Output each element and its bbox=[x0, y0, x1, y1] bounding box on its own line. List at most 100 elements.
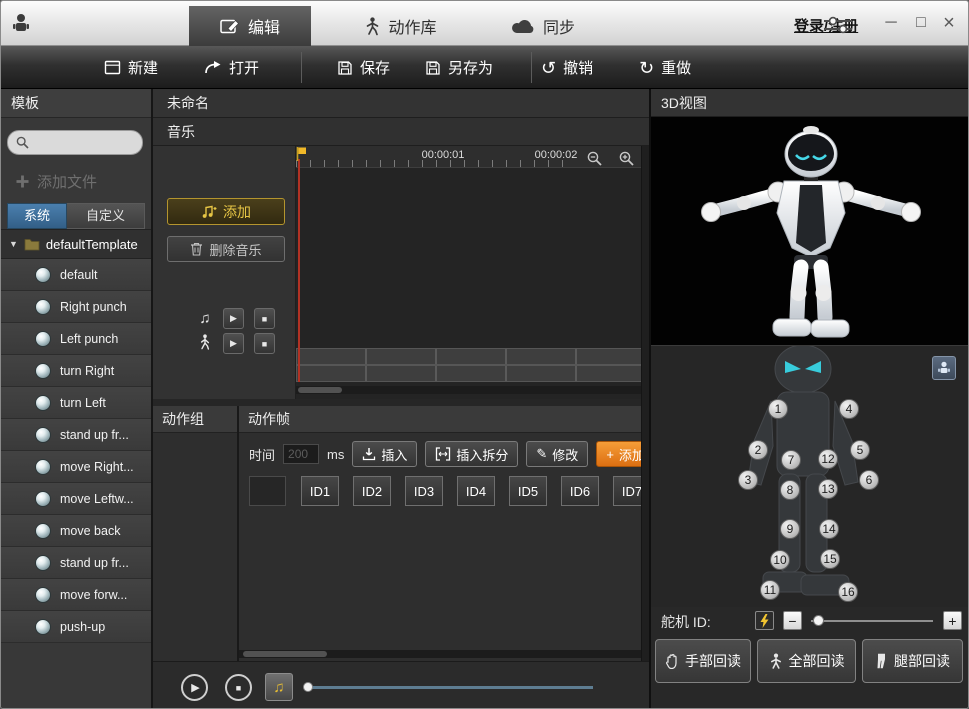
servo-16[interactable]: 16 bbox=[838, 582, 858, 602]
power-button[interactable] bbox=[755, 611, 774, 630]
scrollbar-handle[interactable] bbox=[298, 387, 342, 393]
servo-id-slider-knob[interactable] bbox=[813, 615, 824, 626]
save-button[interactable]: 保存 bbox=[337, 46, 390, 89]
zoom-out-button[interactable] bbox=[585, 149, 603, 167]
delete-music-button[interactable]: 删除音乐 bbox=[167, 236, 285, 262]
servo-3[interactable]: 3 bbox=[738, 470, 758, 490]
servo-id-header-row: ID1 ID2 ID3 ID4 ID5 ID6 ID7 bbox=[239, 476, 649, 506]
add-file-button[interactable]: 添加文件 bbox=[15, 171, 97, 192]
music-mute-toggle[interactable]: ♫ bbox=[265, 673, 293, 701]
template-item[interactable]: stand up fr... bbox=[1, 419, 151, 451]
open-button[interactable]: 打开 bbox=[204, 46, 259, 89]
maximize-icon: □ bbox=[916, 14, 926, 32]
hand-readback-button[interactable]: 手部回读 bbox=[655, 639, 751, 683]
column-id5[interactable]: ID5 bbox=[509, 476, 547, 506]
tab-sync[interactable]: 同步 bbox=[493, 6, 593, 46]
play-button[interactable]: ▶ bbox=[181, 674, 208, 701]
modify-button[interactable]: ✎ 修改 bbox=[526, 441, 588, 467]
zoom-in-button[interactable] bbox=[617, 149, 635, 167]
insert-button[interactable]: 插入 bbox=[352, 441, 417, 467]
stop-button[interactable]: ■ bbox=[225, 674, 252, 701]
template-item[interactable]: move forw... bbox=[1, 579, 151, 611]
music-play-button[interactable]: ▶ bbox=[223, 308, 244, 329]
servo-10[interactable]: 10 bbox=[770, 550, 790, 570]
time-input[interactable] bbox=[283, 444, 319, 464]
servo-1[interactable]: 1 bbox=[768, 399, 788, 419]
leg-readback-button[interactable]: 腿部回读 bbox=[862, 639, 963, 683]
audio-track-row[interactable] bbox=[296, 348, 649, 365]
template-item[interactable]: Left punch bbox=[1, 323, 151, 355]
robot-view-toggle-button[interactable] bbox=[932, 356, 956, 380]
motion-play-button[interactable]: ▶ bbox=[223, 333, 244, 354]
folder-default-template[interactable]: ▼ defaultTemplate bbox=[1, 229, 151, 259]
tab-edit[interactable]: 编辑 bbox=[189, 6, 311, 46]
motion-stop-button[interactable]: ■ bbox=[254, 333, 275, 354]
vertical-scrollbar[interactable] bbox=[641, 146, 649, 661]
playback-progress-slider[interactable] bbox=[305, 686, 593, 689]
column-id4[interactable]: ID4 bbox=[457, 476, 495, 506]
template-item[interactable]: stand up fr... bbox=[1, 547, 151, 579]
undo-button[interactable]: ↺ 撤销 bbox=[541, 46, 593, 89]
close-button[interactable]: × bbox=[937, 11, 961, 35]
playhead-line[interactable] bbox=[298, 159, 300, 382]
template-item[interactable]: turn Left bbox=[1, 387, 151, 419]
template-item[interactable]: default bbox=[1, 259, 151, 291]
timeline-ruler[interactable]: 00:00:01 00:00:02 bbox=[296, 146, 649, 168]
template-item[interactable]: move Right... bbox=[1, 451, 151, 483]
template-item[interactable]: Right punch bbox=[1, 291, 151, 323]
scrollbar-handle[interactable] bbox=[243, 651, 327, 657]
search-box[interactable] bbox=[7, 130, 143, 155]
servo-9[interactable]: 9 bbox=[780, 519, 800, 539]
servo-14[interactable]: 14 bbox=[819, 519, 839, 539]
servo-13[interactable]: 13 bbox=[818, 479, 838, 499]
template-item[interactable]: move Leftw... bbox=[1, 483, 151, 515]
column-id6[interactable]: ID6 bbox=[561, 476, 599, 506]
playhead-flag-icon[interactable] bbox=[296, 147, 307, 161]
servo-id-minus-button[interactable]: − bbox=[783, 611, 802, 630]
insert-split-button[interactable]: 插入拆分 bbox=[425, 441, 518, 467]
column-id3[interactable]: ID3 bbox=[405, 476, 443, 506]
frames-horizontal-scrollbar[interactable] bbox=[239, 650, 649, 658]
servo-6[interactable]: 6 bbox=[859, 470, 879, 490]
servo-id-slider[interactable] bbox=[811, 620, 933, 622]
add-music-button[interactable]: 添加 bbox=[167, 198, 285, 225]
servo-2[interactable]: 2 bbox=[748, 440, 768, 460]
minimize-button[interactable]: ─ bbox=[879, 11, 903, 35]
settings-sliders-icon[interactable] bbox=[823, 15, 853, 35]
redo-button[interactable]: ↻ 重做 bbox=[639, 46, 691, 89]
search-input[interactable] bbox=[34, 136, 134, 150]
template-item[interactable]: turn Right bbox=[1, 355, 151, 387]
maximize-button[interactable]: □ bbox=[909, 11, 933, 35]
plus-icon: + bbox=[948, 613, 956, 629]
servo-15[interactable]: 15 bbox=[820, 549, 840, 569]
audio-track-row[interactable] bbox=[296, 365, 649, 382]
servo-id-plus-button[interactable]: + bbox=[943, 611, 962, 630]
3d-viewport[interactable] bbox=[651, 117, 968, 345]
column-id1[interactable]: ID1 bbox=[301, 476, 339, 506]
tab-system[interactable]: 系统 bbox=[7, 203, 67, 229]
insert-label: 插入 bbox=[381, 445, 407, 464]
column-id2[interactable]: ID2 bbox=[353, 476, 391, 506]
servo-7[interactable]: 7 bbox=[781, 450, 801, 470]
servo-11[interactable]: 11 bbox=[760, 580, 780, 600]
new-button[interactable]: 新建 bbox=[104, 46, 158, 89]
id-header-blank-cell bbox=[249, 476, 286, 506]
servo-4[interactable]: 4 bbox=[839, 399, 859, 419]
sidebar-title: 模板 bbox=[1, 89, 151, 118]
music-stop-button[interactable]: ■ bbox=[254, 308, 275, 329]
template-item[interactable]: push-up bbox=[1, 611, 151, 643]
playback-slider-knob[interactable] bbox=[303, 682, 313, 692]
music-timeline[interactable]: 00:00:01 00:00:02 bbox=[296, 146, 649, 399]
tab-custom[interactable]: 自定义 bbox=[67, 203, 145, 229]
servo-12[interactable]: 12 bbox=[818, 449, 838, 469]
template-item[interactable]: move back bbox=[1, 515, 151, 547]
timeline-horizontal-scrollbar[interactable] bbox=[296, 386, 649, 394]
servo-5[interactable]: 5 bbox=[850, 440, 870, 460]
save-as-button[interactable]: 另存为 bbox=[425, 46, 493, 89]
sphere-icon bbox=[35, 363, 51, 379]
all-readback-button[interactable]: 全部回读 bbox=[757, 639, 856, 683]
servo-8[interactable]: 8 bbox=[780, 480, 800, 500]
tab-action-library[interactable]: 动作库 bbox=[341, 6, 461, 46]
template-item-label: turn Right bbox=[60, 364, 114, 378]
time-unit-label: ms bbox=[327, 447, 344, 462]
